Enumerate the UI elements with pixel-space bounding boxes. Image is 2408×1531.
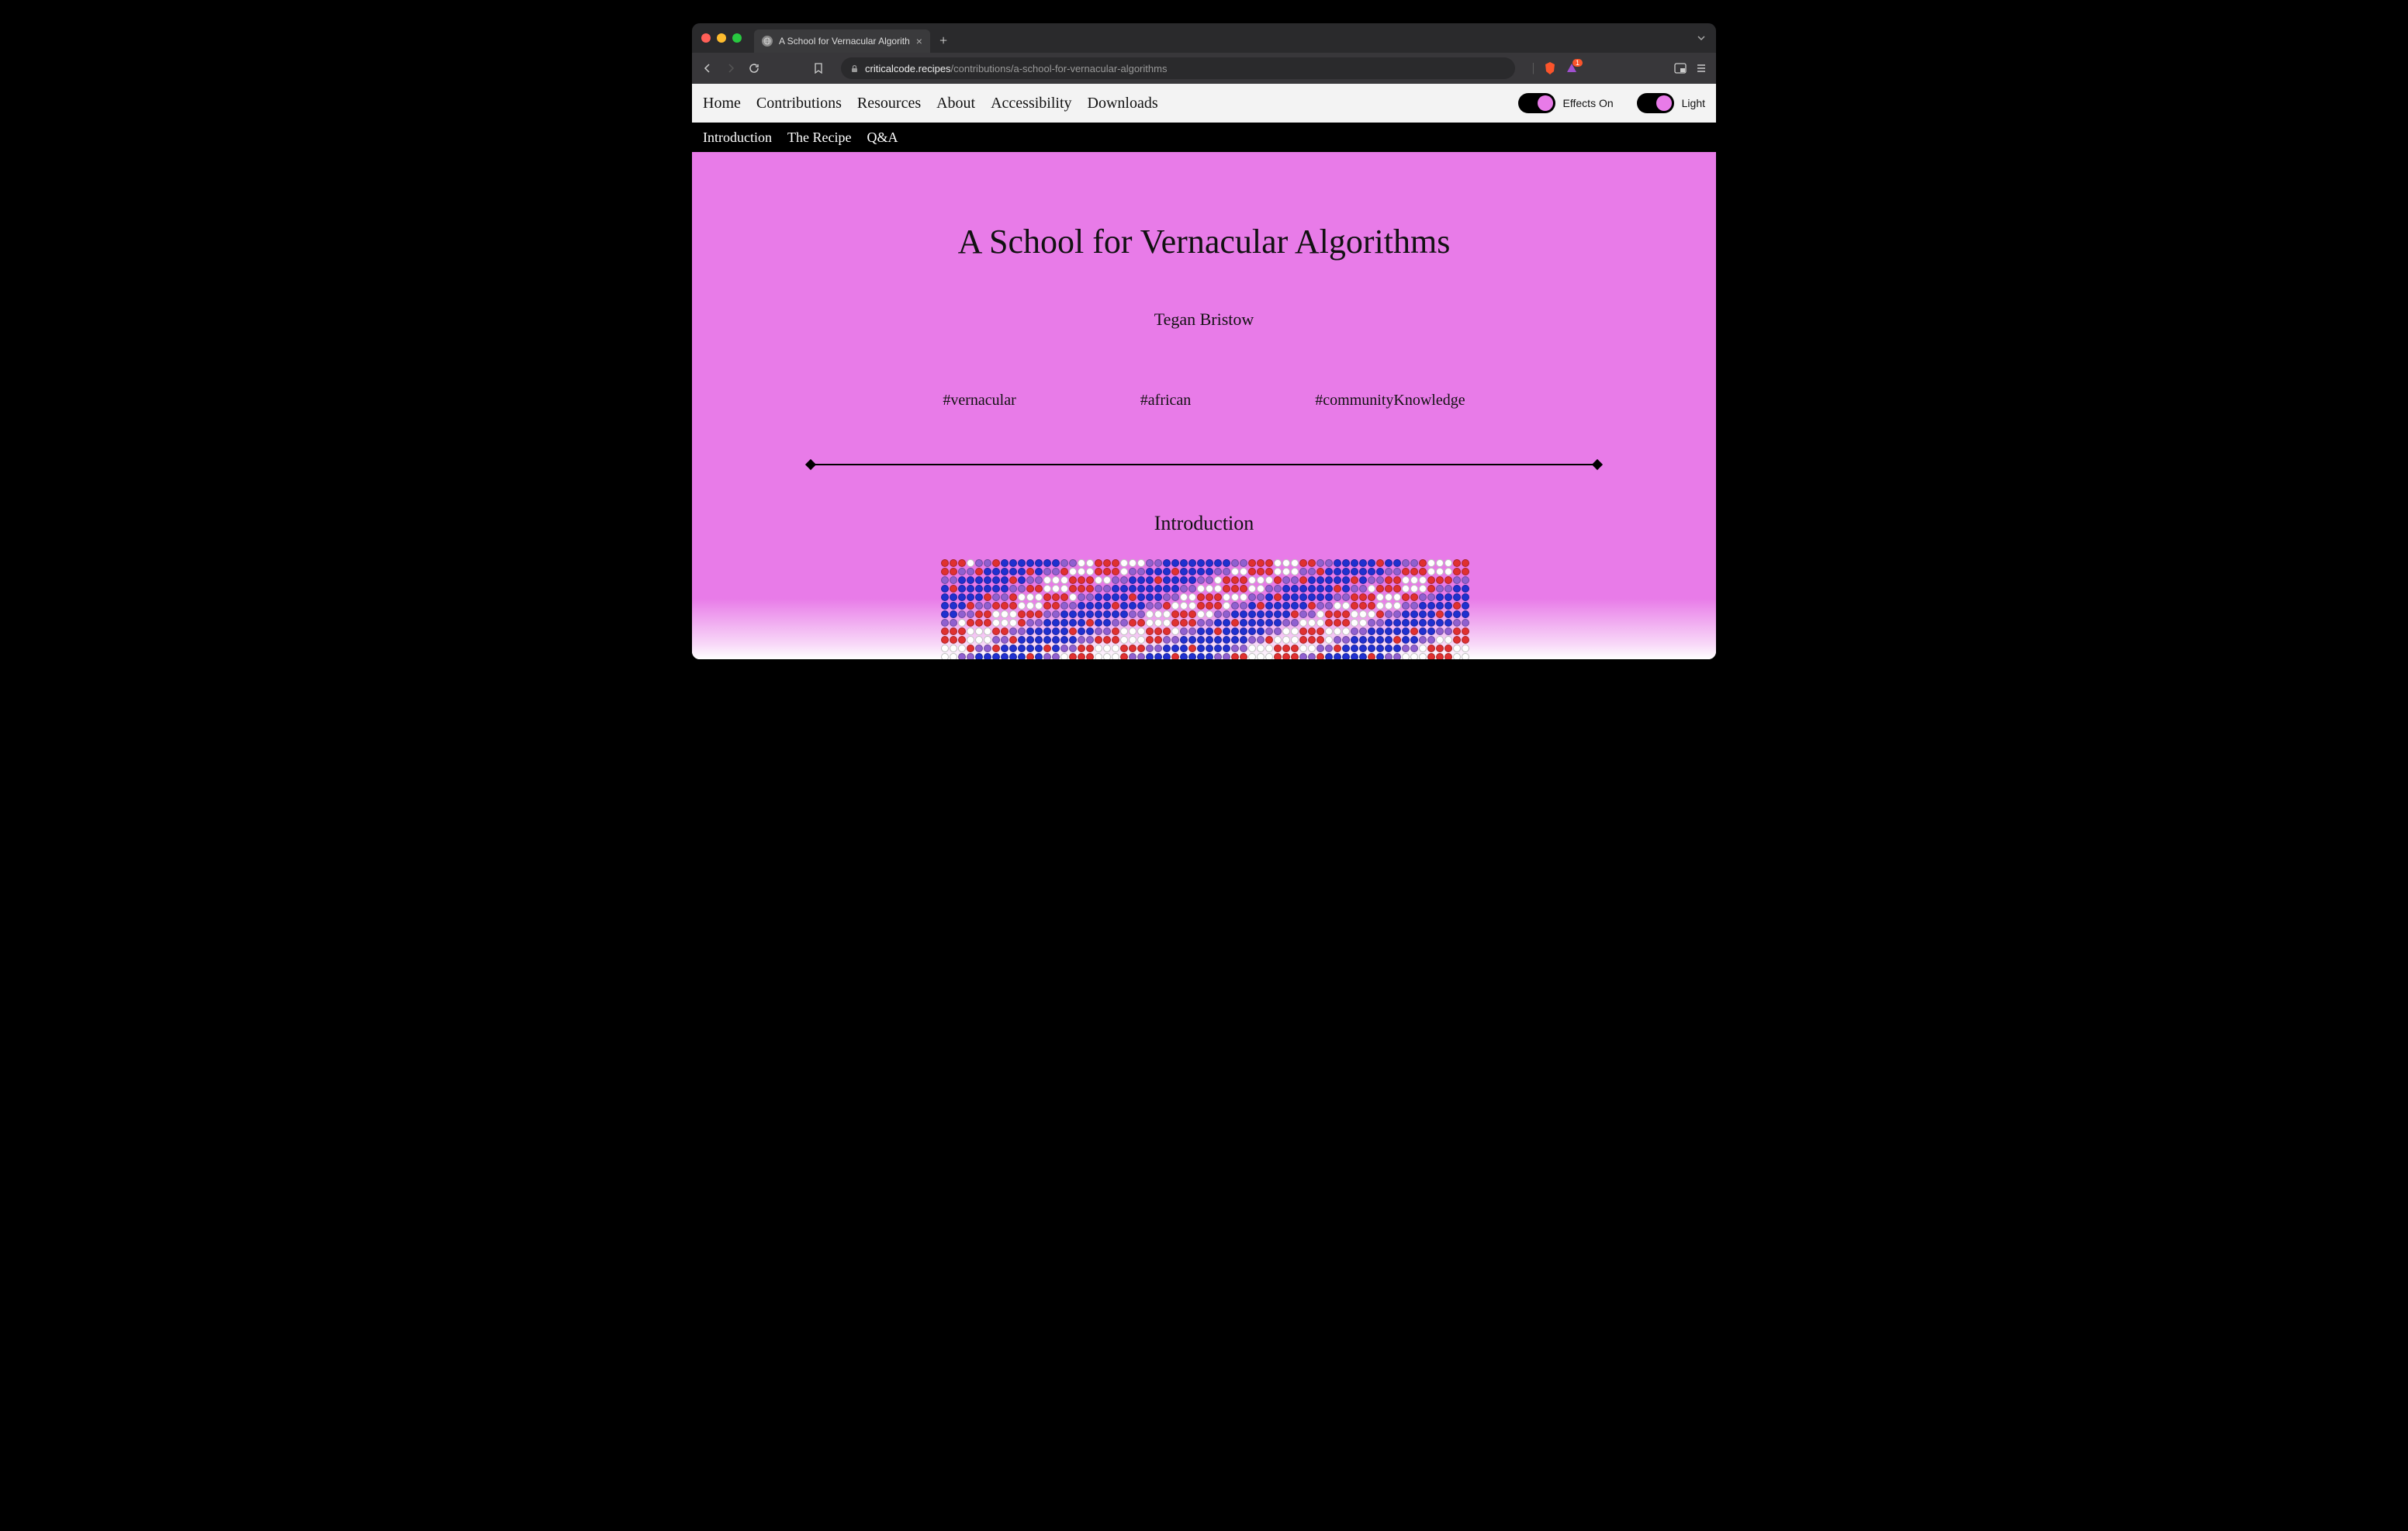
brave-shields-icon[interactable] — [1544, 61, 1556, 75]
effects-toggle[interactable] — [1518, 93, 1555, 113]
site-nav: Home Contributions Resources About Acces… — [692, 84, 1716, 123]
maximize-window-button[interactable] — [732, 33, 742, 43]
reload-button[interactable] — [748, 62, 760, 74]
bookmark-icon[interactable] — [813, 63, 824, 74]
separator: | — [1532, 61, 1534, 75]
article-hero: A School for Vernacular Algorithms Tegan… — [692, 152, 1716, 659]
article-author: Tegan Bristow — [692, 309, 1716, 330]
close-window-button[interactable] — [701, 33, 711, 43]
back-button[interactable] — [701, 62, 714, 74]
nav-home[interactable]: Home — [703, 95, 741, 112]
nav-downloads[interactable]: Downloads — [1088, 95, 1158, 112]
browser-toolbar: criticalcode.recipes/contributions/a-sch… — [692, 53, 1716, 84]
brave-rewards-icon[interactable]: 1 — [1566, 62, 1578, 74]
nav-resources[interactable]: Resources — [857, 95, 921, 112]
beadwork-image — [940, 558, 1468, 659]
article-title: A School for Vernacular Algorithms — [692, 222, 1716, 261]
theme-toggle[interactable] — [1637, 93, 1674, 113]
subnav-recipe[interactable]: The Recipe — [787, 130, 851, 146]
forward-button[interactable] — [725, 62, 737, 74]
article-tags: #vernacular #african #communityKnowledge — [692, 392, 1716, 410]
divider — [808, 464, 1600, 465]
url-text: criticalcode.recipes/contributions/a-sch… — [865, 63, 1167, 74]
badge-count: 1 — [1572, 59, 1583, 67]
minimize-window-button[interactable] — [717, 33, 726, 43]
browser-tab[interactable]: A School for Vernacular Algorith × — [754, 29, 930, 53]
nav-about[interactable]: About — [936, 95, 975, 112]
address-bar[interactable]: criticalcode.recipes/contributions/a-sch… — [841, 57, 1515, 79]
tag-community-knowledge[interactable]: #communityKnowledge — [1315, 392, 1465, 410]
globe-icon — [762, 36, 773, 47]
window-controls — [701, 33, 742, 43]
titlebar: A School for Vernacular Algorith × + — [692, 23, 1716, 53]
lock-icon — [850, 64, 859, 73]
effects-label: Effects On — [1563, 97, 1614, 109]
subnav-introduction[interactable]: Introduction — [703, 130, 772, 146]
new-tab-button[interactable]: + — [939, 33, 947, 49]
chevron-down-icon[interactable] — [1696, 33, 1707, 43]
pip-icon[interactable] — [1674, 63, 1687, 74]
section-heading: Introduction — [692, 512, 1716, 535]
nav-contributions[interactable]: Contributions — [756, 95, 842, 112]
tag-african[interactable]: #african — [1140, 392, 1192, 410]
close-tab-button[interactable]: × — [916, 35, 922, 47]
page-viewport: Home Contributions Resources About Acces… — [692, 84, 1716, 659]
menu-icon[interactable] — [1696, 63, 1707, 74]
article-sub-nav: Introduction The Recipe Q&A — [692, 123, 1716, 152]
theme-label: Light — [1682, 97, 1705, 109]
tag-vernacular[interactable]: #vernacular — [943, 392, 1015, 410]
browser-window: A School for Vernacular Algorith × + c — [692, 23, 1716, 659]
subnav-qa[interactable]: Q&A — [867, 130, 898, 146]
tab-title: A School for Vernacular Algorith — [779, 36, 910, 47]
nav-accessibility[interactable]: Accessibility — [991, 95, 1071, 112]
